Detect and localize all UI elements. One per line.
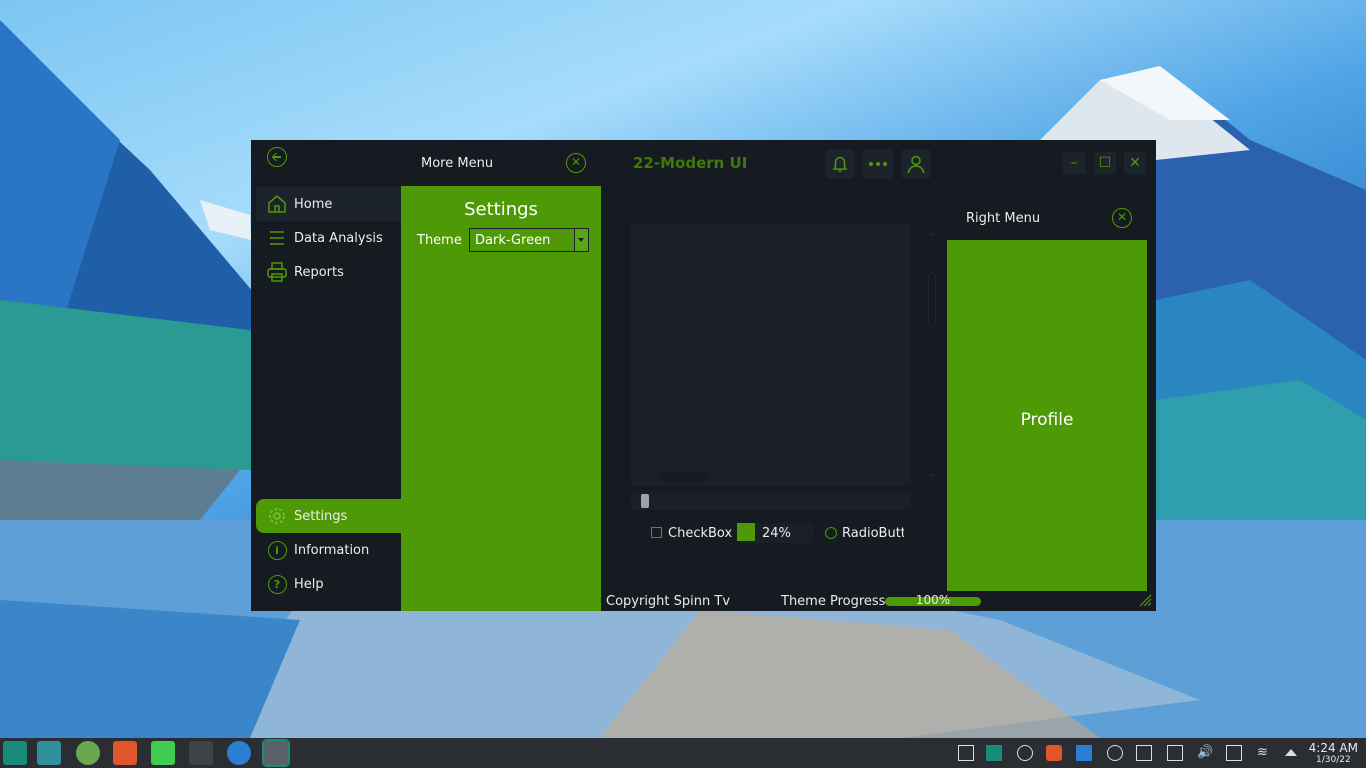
close-window-button[interactable]: ✕ bbox=[1124, 152, 1146, 174]
maximize-button[interactable]: ☐ bbox=[1094, 152, 1116, 174]
clock-date: 1/30/22 bbox=[1315, 755, 1351, 765]
update-icon[interactable] bbox=[1107, 745, 1123, 761]
menu-item-data-analysis[interactable]: Data Analysis bbox=[256, 221, 401, 255]
help-glyph: ? bbox=[267, 574, 287, 594]
taskbar: 🔊 ≋ 4:24 AM 1/30/22 bbox=[0, 738, 1366, 768]
menu-item-home[interactable]: Home bbox=[256, 187, 401, 221]
divider bbox=[947, 240, 1147, 241]
terminal-icon[interactable] bbox=[189, 741, 213, 765]
volume-icon[interactable]: 🔊 bbox=[1197, 745, 1213, 761]
progress-bar: 24% bbox=[737, 523, 813, 543]
right-menu-header: Right Menu ✕ bbox=[947, 186, 1147, 241]
scroll-down-icon[interactable] bbox=[928, 474, 936, 478]
theme-dropdown[interactable]: Dark-Green bbox=[469, 228, 589, 252]
home-icon bbox=[266, 193, 288, 215]
clock[interactable]: 4:24 AM 1/30/22 bbox=[1309, 741, 1358, 765]
list-icon bbox=[266, 227, 288, 249]
menu-item-label: Help bbox=[294, 576, 324, 592]
notes-icon[interactable] bbox=[1167, 745, 1183, 761]
app-window: Home Data Analysis Reports Settings i In… bbox=[251, 140, 1156, 611]
help-icon: ? bbox=[266, 573, 288, 595]
settings-title: Settings bbox=[464, 199, 538, 220]
menu-item-label: Reports bbox=[294, 264, 344, 280]
wifi-icon[interactable]: ≋ bbox=[1257, 745, 1273, 761]
horizontal-scroll-handle[interactable] bbox=[659, 473, 711, 481]
user-button[interactable] bbox=[901, 149, 931, 179]
theme-progress-label: Theme Progress bbox=[781, 594, 886, 609]
horizontal-scrollbar[interactable] bbox=[649, 472, 889, 482]
web-browser-icon[interactable] bbox=[227, 741, 251, 765]
text-area[interactable] bbox=[631, 224, 937, 486]
menu-item-label: Data Analysis bbox=[294, 230, 383, 246]
gear-icon bbox=[266, 505, 288, 527]
brave-browser-icon[interactable] bbox=[113, 741, 137, 765]
desktop-icon[interactable] bbox=[958, 745, 974, 761]
theme-progress-text: 100% bbox=[915, 593, 951, 607]
brave-tray-icon[interactable] bbox=[1046, 745, 1062, 761]
app-tray-icon[interactable] bbox=[986, 745, 1002, 761]
profile-label: Profile bbox=[1020, 410, 1074, 430]
printer-icon bbox=[266, 261, 288, 283]
menu-item-label: Information bbox=[294, 542, 370, 558]
scroll-right-icon[interactable] bbox=[885, 473, 889, 481]
user-icon bbox=[907, 155, 925, 174]
alarm-icon[interactable] bbox=[1017, 745, 1033, 761]
more-options-button[interactable] bbox=[863, 149, 893, 179]
menu-item-label: Settings bbox=[294, 508, 348, 524]
close-right-menu-button[interactable]: ✕ bbox=[1112, 208, 1132, 228]
more-menu-panel: More Menu ✕ Settings Theme Dark-Green bbox=[401, 140, 601, 611]
clipboard-tray-icon[interactable] bbox=[1076, 745, 1092, 761]
back-arrow-button[interactable] bbox=[267, 147, 287, 167]
minimize-button[interactable]: – bbox=[1063, 152, 1085, 174]
progress-text: 24% bbox=[762, 526, 791, 541]
radio-button[interactable] bbox=[825, 527, 837, 539]
console-icon[interactable] bbox=[1136, 745, 1152, 761]
theme-dropdown-value: Dark-Green bbox=[475, 233, 551, 248]
copyright-text: Copyright Spinn Tv bbox=[606, 594, 731, 609]
scroll-left-icon[interactable] bbox=[649, 473, 653, 481]
status-bar: Copyright Spinn Tv Theme Progress 100% bbox=[601, 591, 1156, 611]
theme-progress-bar: 100% bbox=[885, 593, 981, 607]
menu-item-reports[interactable]: Reports bbox=[256, 255, 401, 289]
app-launcher-icon[interactable] bbox=[3, 741, 27, 765]
active-app-icon[interactable] bbox=[262, 739, 290, 767]
radio-button-label[interactable]: RadioButton bbox=[842, 526, 904, 541]
ellipsis-icon bbox=[869, 162, 887, 166]
battery-icon[interactable] bbox=[1226, 745, 1242, 761]
horizontal-slider[interactable] bbox=[631, 492, 911, 510]
menu-item-label: Home bbox=[294, 196, 333, 212]
clock-time: 4:24 AM bbox=[1308, 741, 1358, 755]
menu-item-settings[interactable]: Settings bbox=[256, 499, 401, 533]
bell-icon bbox=[832, 156, 848, 172]
theme-label: Theme bbox=[417, 233, 462, 248]
info-glyph: i bbox=[267, 540, 287, 560]
file-manager-icon[interactable] bbox=[37, 741, 61, 765]
resize-grip-icon[interactable] bbox=[1138, 593, 1152, 607]
main-content: CheckBox 24% RadioButton bbox=[601, 186, 947, 591]
close-more-menu-button[interactable]: ✕ bbox=[566, 153, 586, 173]
more-menu-header: More Menu ✕ bbox=[401, 140, 601, 186]
chevron-down-icon[interactable] bbox=[574, 229, 588, 251]
notifications-button[interactable] bbox=[825, 149, 855, 179]
software-center-icon[interactable] bbox=[76, 741, 100, 765]
right-menu-title: Right Menu bbox=[966, 211, 1041, 226]
menu-item-information[interactable]: i Information bbox=[256, 533, 401, 567]
info-icon: i bbox=[266, 539, 288, 561]
slider-handle[interactable] bbox=[641, 494, 649, 508]
progress-fill bbox=[737, 523, 756, 541]
chevron-up-icon[interactable] bbox=[1285, 749, 1297, 756]
checkbox-label[interactable]: CheckBox bbox=[668, 526, 732, 541]
left-menu: Home Data Analysis Reports Settings i In… bbox=[251, 140, 401, 611]
right-menu-panel: Right Menu ✕ Profile bbox=[947, 186, 1147, 591]
menu-item-help[interactable]: ? Help bbox=[256, 567, 401, 601]
app-title: 22-Modern UI bbox=[633, 154, 748, 172]
checkbox[interactable] bbox=[651, 527, 662, 538]
vertical-scrollbar[interactable] bbox=[927, 232, 937, 478]
more-menu-title: More Menu bbox=[421, 156, 494, 171]
scroll-up-icon[interactable] bbox=[928, 232, 936, 236]
vertical-scroll-handle[interactable] bbox=[928, 272, 936, 326]
qt-creator-icon[interactable] bbox=[151, 741, 175, 765]
